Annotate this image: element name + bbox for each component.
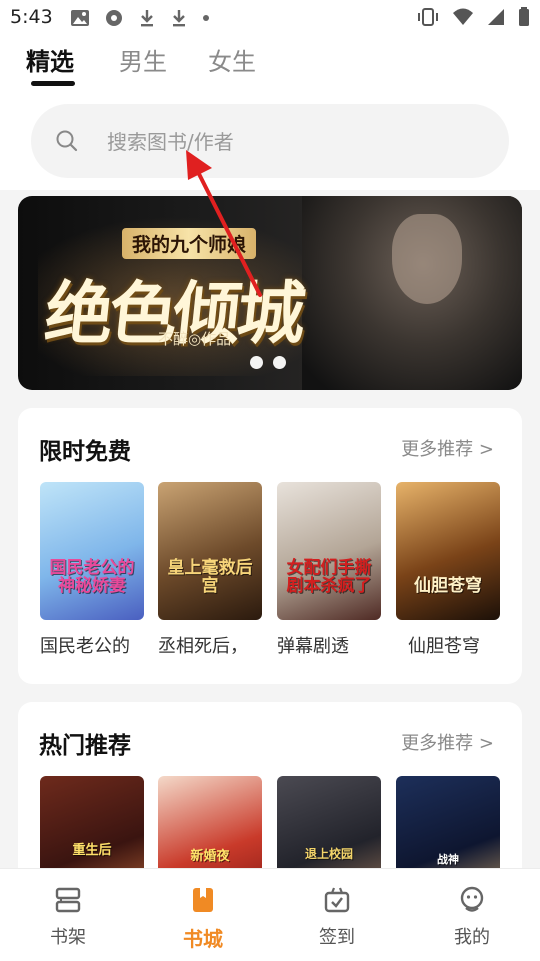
disc-notification-icon (106, 10, 122, 26)
nav-label: 签到 (319, 927, 355, 948)
banner-dot[interactable] (250, 356, 263, 369)
book-cover[interactable]: 国民老公的神秘娇妻 (40, 482, 144, 620)
free-section-card: 限时免费 更多推荐 > 国民老公的神秘娇妻 国民老公的 皇上毫救后宫 丞相死后，… (18, 408, 522, 684)
banner-pager-dots (250, 356, 286, 369)
search-area (0, 96, 540, 190)
banner-character-art (302, 196, 522, 390)
status-system-icons (416, 7, 530, 27)
nav-checkin[interactable]: 签到 (292, 885, 382, 949)
hot-section-more-link[interactable]: 更多推荐 > (401, 729, 494, 755)
nav-bookshelf[interactable]: 书架 (23, 885, 113, 949)
banner-author: 不醉◎作品 (158, 330, 232, 348)
banner-dot[interactable] (273, 356, 286, 369)
nav-label: 我的 (454, 927, 490, 948)
cover-title-art: 女配们手撕剧本杀疯了 (286, 558, 372, 597)
signal-icon (488, 9, 504, 25)
status-notification-icons (70, 8, 210, 28)
cover-title-art: 国民老公的神秘娇妻 (49, 558, 135, 597)
checkin-icon (324, 887, 350, 913)
book-cover[interactable]: 皇上毫救后宫 (158, 482, 262, 620)
hot-section-card: 热门推荐 更多推荐 > 重生后 新婚夜 退上校园 战神 (18, 702, 522, 914)
nav-label: 书城 (183, 927, 223, 951)
wifi-icon (453, 8, 473, 25)
bookshelf-icon (55, 887, 81, 913)
free-section-more-link[interactable]: 更多推荐 > (401, 435, 494, 461)
book-title[interactable]: 弹幕剧透 (277, 632, 381, 658)
cover-title-art: 皇上毫救后宫 (167, 558, 253, 597)
nav-label: 书架 (50, 927, 86, 948)
bookstore-icon (193, 888, 213, 912)
search-bar[interactable] (31, 104, 509, 178)
banner-character-face (392, 214, 462, 304)
download-notification-icon (141, 10, 153, 27)
status-time: 5:43 (10, 6, 53, 28)
book-title[interactable]: 仙胆苍穹 (396, 632, 500, 658)
vibrate-icon (418, 8, 438, 26)
book-cover[interactable]: 女配们手撕剧本杀疯了 (277, 482, 381, 620)
active-tab-indicator (31, 81, 75, 86)
search-icon (56, 130, 78, 152)
tab-male[interactable]: 男生 (119, 42, 167, 77)
book-title[interactable]: 国民老公的 (40, 632, 144, 658)
image-notification-icon (71, 10, 89, 26)
cover-title-art: 战神 (437, 853, 459, 866)
download-notification-icon-2 (173, 10, 185, 27)
cover-title-art: 退上校园 (304, 847, 353, 861)
profile-icon (460, 886, 484, 912)
book-cover[interactable]: 仙胆苍穹 (396, 482, 500, 620)
battery-icon (519, 7, 529, 26)
free-book-1[interactable]: 国民老公的神秘娇妻 国民老公的 (40, 482, 144, 658)
annotation-arrow-icon (186, 150, 262, 297)
hot-section-title: 热门推荐 (39, 733, 131, 759)
cover-title-art: 新婚夜 (190, 849, 230, 864)
free-section-title: 限时免费 (39, 439, 131, 465)
book-title[interactable]: 丞相死后， (158, 632, 262, 658)
free-book-3[interactable]: 女配们手撕剧本杀疯了 弹幕剧透 (277, 482, 381, 658)
bottom-navigation: 书架 书城 签到 我的 (0, 868, 540, 961)
nav-bookstore[interactable]: 书城 (158, 885, 248, 952)
more-notifications-dot-icon (203, 15, 209, 21)
free-book-2[interactable]: 皇上毫救后宫 丞相死后， (158, 482, 262, 658)
top-tab-bar: 精选 男生 女生 (0, 36, 540, 96)
cover-title-art: 仙胆苍穹 (414, 576, 482, 597)
cover-title-art: 重生后 (72, 843, 112, 858)
nav-profile[interactable]: 我的 (427, 885, 517, 949)
free-book-4[interactable]: 仙胆苍穹 仙胆苍穹 (396, 482, 500, 658)
promo-banner[interactable]: 我的九个师娘 绝色倾城 不醉◎作品 (18, 196, 522, 390)
status-bar: 5:43 (0, 0, 540, 36)
search-input[interactable] (105, 124, 469, 160)
tab-featured[interactable]: 精选 (26, 42, 74, 77)
tab-female[interactable]: 女生 (208, 42, 256, 77)
